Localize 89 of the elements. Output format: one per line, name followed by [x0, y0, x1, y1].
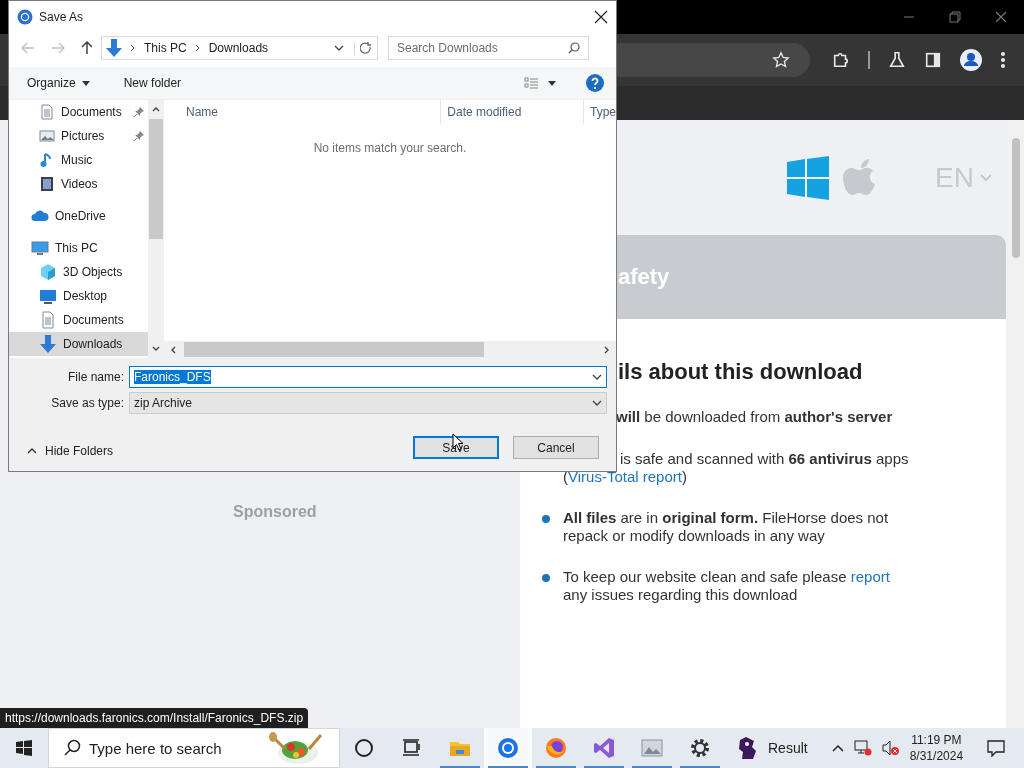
chevron-right-icon [194, 44, 201, 52]
bullet-text: All files are in original form. FileHorse does not [563, 509, 889, 527]
nav-item[interactable]: 3D Objects [9, 260, 148, 284]
nav-item[interactable]: Documents [9, 100, 148, 124]
bullet-text: repack or modify downloads in any way [563, 527, 826, 545]
start-windows-icon[interactable] [16, 740, 32, 756]
sponsored-label: Sponsored [233, 503, 317, 520]
restore-icon[interactable] [949, 11, 961, 23]
chevron-up-icon[interactable] [831, 744, 844, 752]
bullet-text: To keep our website clean and safe please report [563, 568, 890, 586]
profile-avatar-icon[interactable] [960, 49, 982, 71]
puzzle-icon[interactable] [832, 51, 850, 69]
muted-speaker-icon[interactable] [881, 740, 900, 756]
save-type-dropdown[interactable]: zip Archive [129, 392, 607, 414]
column-header[interactable]: Date modified [440, 100, 583, 124]
notifications-icon[interactable] [987, 739, 1006, 757]
scroll-up-icon[interactable] [152, 106, 160, 112]
dialog-title: Save As [39, 10, 85, 24]
chevron-down-icon[interactable] [592, 374, 602, 380]
chrome-icon[interactable] [484, 728, 532, 768]
chevron-down-icon [980, 173, 992, 182]
chrome-icon [17, 9, 33, 25]
view-options-icon[interactable] [524, 77, 556, 89]
chevron-up-icon [27, 447, 37, 454]
chevron-down-icon[interactable] [592, 400, 602, 406]
empty-message: No items match your search. [312, 141, 468, 157]
nav-item[interactable]: Documents [9, 308, 148, 332]
document-icon [39, 104, 55, 120]
nav-item[interactable]: Videos [9, 172, 148, 196]
bullet-text: is safe and scanned with 66 antivirus apps [619, 450, 909, 468]
scrollbar[interactable] [148, 100, 164, 358]
save-type-label: Save as type: [50, 396, 125, 410]
close-icon[interactable] [594, 10, 608, 24]
clock[interactable]: 11:19 PM 8/31/2024 [909, 732, 964, 764]
file-name-field[interactable]: Faronics_DFS [129, 366, 607, 388]
search-field[interactable]: Search Downloads [388, 36, 589, 60]
breadcrumb-item[interactable]: This PC [144, 41, 187, 55]
pin-icon[interactable] [134, 107, 144, 117]
news-widget[interactable]: Result [736, 736, 808, 760]
file-name-label: File name: [66, 370, 125, 384]
column-header[interactable]: Type [583, 100, 616, 124]
breadcrumb-item[interactable]: Downloads [208, 41, 269, 55]
download-arrow-icon [39, 335, 57, 353]
scroll-down-icon[interactable] [152, 346, 160, 352]
details-heading: ils about this download [618, 359, 863, 385]
monitor-icon [31, 240, 49, 256]
scroll-right-icon[interactable] [604, 345, 610, 354]
bullet-text: will be downloaded from author's server [615, 408, 893, 426]
scrollbar[interactable] [164, 341, 616, 358]
nav-item[interactable]: Music [9, 148, 148, 172]
side-panel-icon[interactable] [924, 51, 942, 69]
column-header[interactable]: Name [164, 100, 441, 124]
document-icon [39, 311, 57, 329]
cloud-icon [31, 208, 49, 224]
up-arrow-icon[interactable] [81, 41, 93, 55]
lion-crest-icon [736, 736, 758, 760]
nav-item[interactable]: Desktop [9, 284, 148, 308]
search-icon [63, 739, 81, 757]
film-icon [39, 176, 55, 192]
status-url: https://downloads.faronics.com/Install/Faronics_DFS.zip [0, 708, 309, 728]
nav-item[interactable]: Downloads [9, 332, 148, 356]
address-field[interactable]: This PC Downloads [101, 36, 378, 60]
bullet-dot [542, 574, 550, 582]
flask-icon[interactable] [888, 51, 906, 69]
search-icon [568, 42, 580, 54]
chevron-down-icon[interactable] [334, 45, 344, 51]
nav-item[interactable]: This PC [9, 236, 148, 260]
report-link[interactable]: Virus-Total report [568, 468, 682, 485]
organize-button[interactable]: Organize [19, 72, 98, 94]
pin-icon[interactable] [134, 131, 144, 141]
report-link[interactable]: report [850, 568, 890, 585]
network-icon[interactable] [853, 740, 872, 756]
bullet-dot [542, 515, 550, 523]
pictures-icon [39, 128, 55, 144]
hide-folders-button[interactable]: Hide Folders [21, 442, 120, 459]
star-icon[interactable] [772, 51, 790, 69]
scroll-left-icon[interactable] [170, 345, 176, 354]
bullet-text: any issues regarding this download [563, 586, 799, 604]
help-icon[interactable] [586, 74, 604, 92]
cube-icon [39, 263, 57, 281]
nav-item[interactable]: Pictures [9, 124, 148, 148]
taskbar-search-field[interactable]: Type here to search [48, 728, 340, 768]
download-arrow-icon [106, 39, 122, 57]
nav-item[interactable]: OneDrive [9, 204, 148, 228]
chevron-right-icon [130, 44, 136, 52]
new-folder-button[interactable]: New folder [115, 72, 190, 94]
desktop-icon [39, 287, 57, 305]
menu-icon[interactable] [1000, 51, 1006, 69]
cancel-button[interactable]: Cancel [513, 436, 599, 459]
